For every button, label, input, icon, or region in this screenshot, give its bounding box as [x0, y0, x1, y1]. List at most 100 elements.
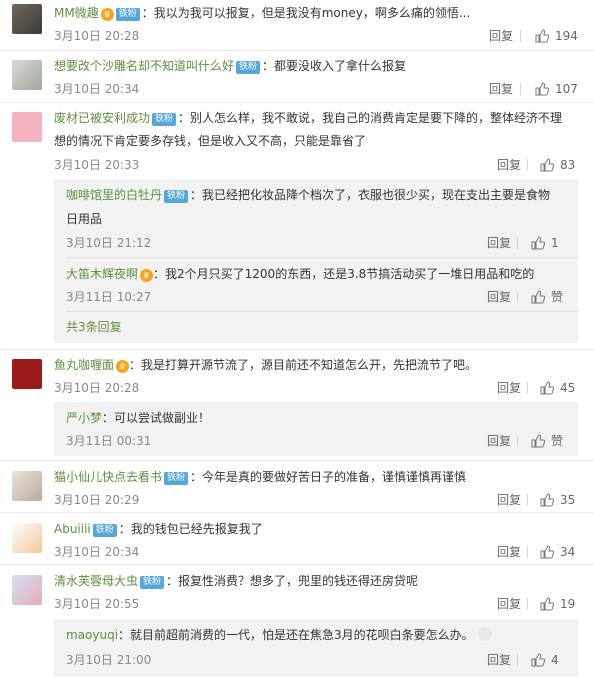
timestamp: 3月10日 20:34 — [54, 545, 140, 559]
like-count: 194 — [555, 29, 578, 43]
reply-thread: 严小梦：可以尝试做副业！ 3月11日 00:31 回复 赞 — [54, 402, 578, 456]
like-button[interactable]: 194 — [535, 28, 578, 44]
avatar[interactable] — [12, 359, 42, 389]
reply-button[interactable]: 回复 — [487, 433, 511, 449]
like-count: 1 — [551, 236, 559, 250]
reply-button[interactable]: 回复 — [497, 157, 521, 173]
like-button[interactable]: 107 — [535, 81, 578, 97]
avatar[interactable] — [12, 575, 42, 605]
like-button[interactable]: 1 — [531, 235, 559, 251]
username[interactable]: 猫小仙儿快点去看书 — [54, 470, 162, 484]
comment-text-continued: 想的情况下肯定要多存钱，但是收入又不高，只能是靠省了 — [54, 134, 367, 148]
like-button[interactable]: 赞 — [531, 433, 563, 449]
fan-badge: 铁粉 — [115, 8, 140, 21]
thumbs-up-icon — [535, 82, 549, 96]
thumbs-up-icon — [535, 29, 549, 43]
like-button[interactable]: 4 — [531, 652, 559, 668]
like-count: 赞 — [551, 290, 564, 304]
reply-button[interactable]: 回复 — [489, 28, 513, 44]
comment-text: ：我的钱包已经先报复我了 — [118, 522, 263, 536]
timestamp: 3月10日 20:29 — [54, 493, 140, 507]
fan-badge: 铁粉 — [140, 576, 165, 589]
username[interactable]: Abuiiii — [54, 522, 91, 536]
crown-icon: ♛ — [116, 360, 130, 373]
comment: 鱼丸咖喱面 ♛ ：我是打算开源节流了，源目前还不知道怎么开，先把流节了吧。 3月10… — [0, 350, 594, 460]
timestamp: 3月11日 10:27 — [66, 290, 152, 304]
like-button[interactable]: 45 — [540, 380, 575, 396]
thumbs-up-icon — [531, 653, 545, 667]
thumbs-up-icon — [540, 381, 554, 395]
username[interactable]: 咖啡馆里的白牡丹 — [66, 188, 162, 202]
comment: 想要改个沙雕名却不知道叫什么好 铁粉 ：都要没收入了拿什么报复 3月10日 20:3… — [0, 51, 594, 101]
reply-button[interactable]: 回复 — [497, 544, 521, 560]
timestamp: 3月10日 21:00 — [66, 653, 152, 667]
comment-text: ：我以为我可以报复，但是我没有money，啊多么痛的领悟... — [141, 6, 471, 20]
avatar[interactable] — [12, 523, 42, 553]
avatar[interactable] — [12, 112, 42, 142]
reply-button[interactable]: 回复 — [489, 81, 513, 97]
like-count: 45 — [560, 381, 576, 395]
username[interactable]: 鱼丸咖喱面 — [54, 358, 114, 372]
reply-button[interactable]: 回复 — [497, 380, 521, 396]
timestamp: 3月10日 20:34 — [54, 82, 140, 96]
reply-text-continued: 日用品 — [66, 212, 103, 226]
like-count: 83 — [560, 158, 576, 172]
fan-badge: 铁粉 — [152, 113, 177, 126]
more-replies-link[interactable]: 共3条回复 — [66, 319, 122, 335]
crown-icon: ♛ — [140, 269, 154, 282]
like-button[interactable]: 赞 — [531, 289, 563, 305]
username[interactable]: 大笛木辉夜啊 — [66, 267, 138, 281]
fan-badge: 铁粉 — [164, 190, 189, 203]
timestamp: 3月11日 00:31 — [66, 434, 152, 448]
comment-text: ：都要没收入了拿什么报复 — [262, 59, 407, 73]
thumbs-up-icon — [531, 236, 545, 250]
reply-thread: maoyuqi：就目前超前消费的一代，怕是还在焦急3月的花呗白条要怎么办。 3月… — [54, 619, 578, 677]
like-count: 赞 — [551, 434, 564, 448]
username[interactable]: MM微趣 — [54, 6, 99, 20]
username[interactable]: 清水芙蓉母大虫 — [54, 574, 138, 588]
like-button[interactable]: 19 — [540, 596, 575, 612]
comment: 废材已被安利成功 铁粉 ：别人怎么样，我不敢说，我自己的消费肯定是要下降的，整体经济… — [0, 103, 594, 348]
thumbs-up-icon — [531, 290, 545, 304]
timestamp: 3月10日 20:28 — [54, 29, 140, 43]
comment-text: ：报复性消费？想多了，兜里的钱还得还房贷呢 — [166, 574, 419, 588]
username[interactable]: 严小梦 — [66, 411, 102, 425]
reply-button[interactable]: 回复 — [497, 596, 521, 612]
comment-text: ：我是打算开源节流了，源目前还不知道怎么开，先把流节了吧。 — [129, 358, 478, 372]
fan-badge: 铁粉 — [236, 61, 261, 74]
thumbs-up-icon — [540, 597, 554, 611]
username[interactable]: 想要改个沙雕名却不知道叫什么好 — [54, 59, 234, 73]
timestamp: 3月10日 21:12 — [66, 236, 152, 250]
reply-button[interactable]: 回复 — [487, 289, 511, 305]
timestamp: 3月10日 20:33 — [54, 158, 140, 172]
crown-icon: ♛ — [100, 8, 114, 21]
reply-text: ：就目前超前消费的一代，怕是还在焦急3月的花呗白条要怎么办。 — [118, 628, 474, 642]
avatar[interactable] — [12, 60, 42, 90]
comment-text: ：别人怎么样，我不敢说，我自己的消费肯定是要下降的，整体经济不理 — [178, 111, 563, 125]
like-count: 34 — [560, 545, 576, 559]
thumbs-up-icon — [531, 434, 545, 448]
comment-text: ：今年是真的要做好苦日子的准备，谨慎谨慎再谨慎 — [190, 470, 467, 484]
avatar[interactable] — [12, 471, 42, 501]
like-button[interactable]: 35 — [540, 492, 575, 508]
comment: MM微趣 ♛ 铁粉 ：我以为我可以报复，但是我没有money，啊多么痛的领悟... 3… — [0, 0, 594, 50]
reply-button[interactable]: 回复 — [487, 652, 511, 668]
timestamp: 3月10日 20:28 — [54, 381, 140, 395]
like-button[interactable]: 83 — [540, 157, 575, 173]
reply-button[interactable]: 回复 — [487, 235, 511, 251]
reply-button[interactable]: 回复 — [497, 492, 521, 508]
reply-text: ：可以尝试做副业！ — [102, 411, 211, 425]
thumbs-up-icon — [540, 493, 554, 507]
thumbs-up-icon — [540, 545, 554, 559]
username[interactable]: 废材已被安利成功 — [54, 111, 150, 125]
avatar[interactable] — [12, 4, 42, 34]
username[interactable]: maoyuqi — [66, 628, 118, 642]
like-count: 4 — [551, 653, 559, 667]
comment: Abuiiii 铁粉 ：我的钱包已经先报复我了 3月10日 20:34 回复 34 — [0, 513, 594, 563]
like-count: 35 — [560, 493, 576, 507]
reply-text: ：我2个月只买了1200的东西，还是3.8节搞活动买了一堆日用品和吃的 — [153, 267, 535, 281]
like-count: 19 — [560, 597, 576, 611]
reply-thread: 咖啡馆里的白牡丹 铁粉 ：我已经把化妆品降个档次了，衣服也很少买，现在支出主要是食物… — [54, 179, 578, 343]
like-button[interactable]: 34 — [540, 544, 575, 560]
reply-text: ：我已经把化妆品降个档次了，衣服也很少买，现在支出主要是食物 — [190, 188, 551, 202]
